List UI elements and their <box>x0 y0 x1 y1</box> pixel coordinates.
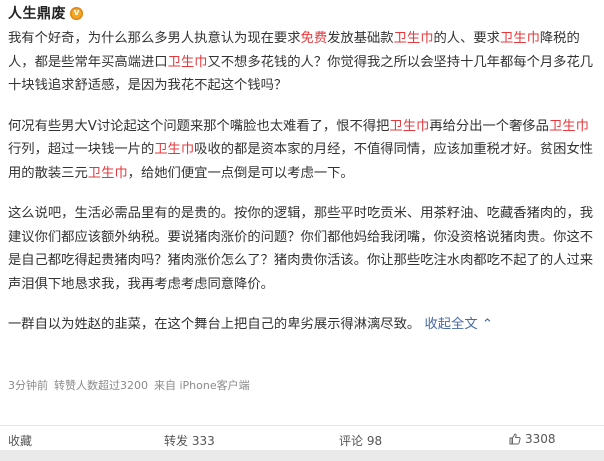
text-segment: 行列，超过一块钱一片的 <box>8 142 155 157</box>
post-time: 3分钟前 <box>8 379 48 392</box>
repost-button[interactable]: 转发 333 <box>164 432 215 449</box>
repost-label: 转发 333 <box>164 434 215 448</box>
keyword-highlight[interactable]: 卫生巾 <box>389 119 429 134</box>
verified-badge-icon: v <box>70 6 83 20</box>
paragraph: 我有个好奇，为什么那么多男人执意认为现在要求免费发放基础款卫生巾的人、要求卫生巾… <box>8 27 600 98</box>
favorite-label: 收藏 <box>8 434 33 448</box>
post-content: 我有个好奇，为什么那么多男人执意认为现在要求免费发放基础款卫生巾的人、要求卫生巾… <box>8 27 600 354</box>
paragraph: 何况有些男大V讨论起这个问题来那个嘴脸也太难看了，恨不得把卫生巾再给分出一个奢侈… <box>8 115 600 186</box>
keyword-highlight[interactable]: 卫生巾 <box>500 31 540 46</box>
author-name[interactable]: 人生鼎废 <box>8 3 66 23</box>
keyword-highlight[interactable]: 卫生巾 <box>394 31 434 46</box>
text-segment: ，给她们便宜一点倒是可以考虑一下。 <box>127 165 354 181</box>
repost-info: 转赞人数超过3200 <box>54 379 148 392</box>
text-segment: 发放基础款 <box>327 31 394 46</box>
action-bar: 收藏 转发 333 评论 98 3308 <box>0 425 604 451</box>
thumbs-up-icon <box>509 433 521 445</box>
keyword-highlight[interactable]: 卫生巾 <box>549 119 589 134</box>
keyword-highlight[interactable]: 卫生巾 <box>154 142 194 157</box>
paragraph: 一群自以为姓赵的韭菜，在这个舞台上把自己的卑劣展示得淋漓尽致。 收起全文 ⌃ <box>8 313 600 337</box>
text-segment: 的人、要求 <box>433 31 500 46</box>
paragraph: 这么说吧，生活必需品里有的是贵的。按你的逻辑，那些平时吃贡米、用茶籽油、吃藏香猪… <box>8 202 600 296</box>
collapse-arrow-icon: ⌃ <box>481 317 494 332</box>
text-segment: 我有个好奇，为什么那么多男人执意认为现在要求 <box>8 31 301 46</box>
text-segment: 何况有些男大V讨论起这个问题来那个嘴脸也太难看了，恨不得把 <box>8 118 390 134</box>
post-source[interactable]: 来自 iPhone客户端 <box>154 379 250 392</box>
badge-glyph: v <box>73 7 80 18</box>
keyword-highlight[interactable]: 卫生巾 <box>168 55 208 70</box>
author-row: 人生鼎废 v <box>8 3 83 23</box>
keyword-highlight[interactable]: 卫生巾 <box>88 166 128 181</box>
like-count: 3308 <box>525 432 556 446</box>
like-button[interactable]: 3308 <box>509 432 556 446</box>
collapse-fulltext-link[interactable]: 收起全文 ⌃ <box>424 317 493 332</box>
favorite-button[interactable]: 收藏 <box>8 432 32 449</box>
post-meta: 3分钟前 转赞人数超过3200 来自 iPhone客户端 <box>8 379 256 393</box>
text-segment: 这么说吧，生活必需品里有的是贵的。按你的逻辑，那些平时吃贡米、用茶籽油、吃藏香猪… <box>8 206 594 292</box>
text-segment: 一群自以为姓赵的韭菜，在这个舞台上把自己的卑劣展示得淋漓尽致。 <box>8 317 425 332</box>
bottom-divider <box>0 450 604 461</box>
comment-button[interactable]: 评论 98 <box>339 432 382 449</box>
keyword-highlight[interactable]: 免费 <box>301 31 328 46</box>
collapse-label: 收起全文 <box>424 317 478 332</box>
comment-label: 评论 98 <box>339 434 383 448</box>
text-segment: 再给分出一个奢侈品 <box>429 118 549 134</box>
